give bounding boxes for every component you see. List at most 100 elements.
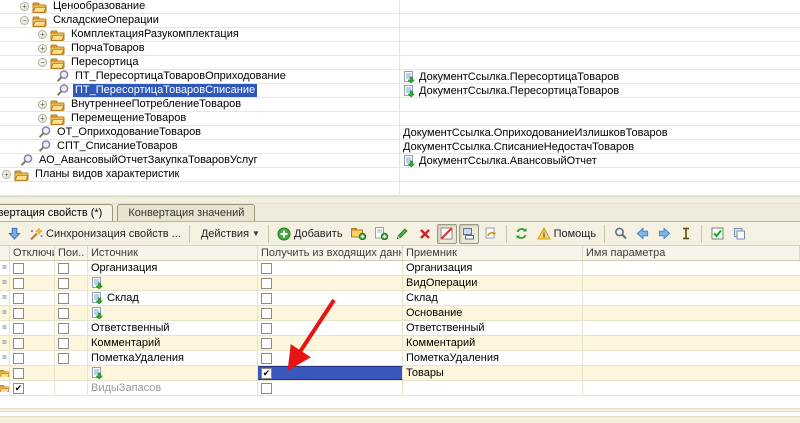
tree-row[interactable]: ПТ_ПересортицаТоваровОприходованиеДокуме… xyxy=(0,70,800,84)
search-checkbox[interactable] xyxy=(58,308,69,319)
disable-cell[interactable] xyxy=(10,351,55,365)
grid-row[interactable]: =Основание xyxy=(0,306,800,321)
search-checkbox[interactable] xyxy=(58,278,69,289)
arrow-right-button[interactable] xyxy=(654,224,674,244)
tree-row-main[interactable]: АО_АвансовыйОтчетЗакупкаТоваровУслуг xyxy=(0,154,400,167)
grid-row[interactable]: =ОтветственныйОтветственный xyxy=(0,321,800,336)
copy-button[interactable] xyxy=(729,224,749,244)
get-from-incoming-checkbox[interactable]: ✔ xyxy=(261,368,272,379)
disable-cell[interactable] xyxy=(10,276,55,290)
get-from-incoming-checkbox[interactable] xyxy=(261,263,272,274)
disable-cell[interactable] xyxy=(10,306,55,320)
tree-row-main[interactable]: ПТ_ПересортицаТоваровОприходование xyxy=(0,70,400,83)
disable-checkbox[interactable] xyxy=(13,278,24,289)
tree-row[interactable]: −Пересортица xyxy=(0,56,800,70)
get-from-incoming-cell[interactable] xyxy=(258,351,403,365)
row-selector-cell[interactable]: = xyxy=(0,351,10,365)
disable-cell[interactable] xyxy=(10,291,55,305)
param-name-cell[interactable] xyxy=(583,291,800,305)
param-name-cell[interactable] xyxy=(583,276,800,290)
search-cell[interactable] xyxy=(55,291,88,305)
source-cell[interactable] xyxy=(88,366,258,380)
delete-x-button[interactable] xyxy=(415,224,435,244)
tree-row-main[interactable]: +КомплектацияРазукомплектация xyxy=(0,28,400,41)
tree-row-ref[interactable]: ДокументСсылка.ОприходованиеИзлишковТова… xyxy=(400,126,800,139)
tree-row-main[interactable]: +ПорчаТоваров xyxy=(0,42,400,55)
get-from-incoming-checkbox[interactable] xyxy=(261,323,272,334)
panel-splitter[interactable] xyxy=(0,196,800,204)
edit-pencil-button[interactable] xyxy=(393,224,413,244)
collapse-minus-icon[interactable]: − xyxy=(38,58,47,67)
expand-plus-icon[interactable]: + xyxy=(2,170,11,179)
disable-checkbox[interactable] xyxy=(13,293,24,304)
search-cell[interactable] xyxy=(55,366,88,380)
grid-row[interactable]: ✔Товары xyxy=(0,366,800,381)
disable-cell[interactable] xyxy=(10,366,55,380)
tree-row-main[interactable]: +Ценообразование xyxy=(0,0,400,13)
source-cell[interactable] xyxy=(88,276,258,290)
group-windows-button[interactable] xyxy=(459,224,479,244)
grid-row[interactable]: ✔ВидыЗапасов xyxy=(0,381,800,396)
get-from-incoming-cell[interactable] xyxy=(258,321,403,335)
search-cell[interactable] xyxy=(55,381,88,395)
add-circle-button[interactable]: Добавить xyxy=(274,224,346,244)
receiver-cell[interactable]: Комментарий xyxy=(403,336,583,350)
tree-row-ref[interactable]: ДокументСсылка.АвансовыйОтчет xyxy=(400,154,800,167)
grid-row[interactable]: =КомментарийКомментарий xyxy=(0,336,800,351)
arrow-down-button[interactable] xyxy=(4,224,24,244)
disable-checkbox[interactable] xyxy=(13,368,24,379)
add-document-button[interactable] xyxy=(371,224,391,244)
get-from-incoming-cell[interactable] xyxy=(258,336,403,350)
search-checkbox[interactable] xyxy=(58,323,69,334)
receiver-cell[interactable]: ВидОперации xyxy=(403,276,583,290)
row-selector-cell[interactable]: = xyxy=(0,321,10,335)
disable-checkbox[interactable] xyxy=(13,323,24,334)
param-name-cell[interactable] xyxy=(583,351,800,365)
search-checkbox[interactable] xyxy=(58,353,69,364)
search-cell[interactable] xyxy=(55,321,88,335)
help-button[interactable]: iПомощь xyxy=(534,224,600,244)
disable-checkbox[interactable] xyxy=(13,308,24,319)
get-from-incoming-cell[interactable] xyxy=(258,261,403,275)
param-name-cell[interactable] xyxy=(583,306,800,320)
magic-wand-button[interactable]: Синхронизация свойств ... xyxy=(26,224,184,244)
param-name-cell[interactable] xyxy=(583,321,800,335)
tree-row-main[interactable]: +ПеремещениеТоваров xyxy=(0,112,400,125)
grid-row[interactable]: =ОрганизацияОрганизация xyxy=(0,261,800,276)
grid-row[interactable]: =ПометкаУдаленияПометкаУдаления xyxy=(0,351,800,366)
receiver-cell[interactable] xyxy=(403,381,583,395)
tree-row[interactable]: +Планы видов характеристик xyxy=(0,168,800,182)
get-from-incoming-checkbox[interactable] xyxy=(261,278,272,289)
expand-plus-icon[interactable]: + xyxy=(38,44,47,53)
tree-row-main[interactable]: +ВнутреннееПотреблениеТоваров xyxy=(0,98,400,111)
tree-row[interactable]: +ПеремещениеТоваров xyxy=(0,112,800,126)
source-cell[interactable] xyxy=(88,306,258,320)
get-from-incoming-checkbox[interactable] xyxy=(261,338,272,349)
search-cell[interactable] xyxy=(55,351,88,365)
disable-cell-button[interactable] xyxy=(437,224,457,244)
tree-row-ref[interactable]: ДокументСсылка.СписаниеНедостачТоваров xyxy=(400,140,800,153)
param-name-cell[interactable] xyxy=(583,366,800,380)
row-selector-cell[interactable]: = xyxy=(0,276,10,290)
receiver-cell[interactable]: ПометкаУдаления xyxy=(403,351,583,365)
disable-cell[interactable] xyxy=(10,336,55,350)
tree-row-main[interactable]: +Планы видов характеристик xyxy=(0,168,400,181)
search-checkbox[interactable] xyxy=(58,338,69,349)
get-from-incoming-cell[interactable] xyxy=(258,291,403,305)
receiver-cell[interactable]: Организация xyxy=(403,261,583,275)
add-folder-button[interactable] xyxy=(348,224,369,244)
tab-value-conversion[interactable]: Конвертация значений xyxy=(117,204,255,221)
search-cell[interactable] xyxy=(55,261,88,275)
source-cell[interactable]: Ответственный xyxy=(88,321,258,335)
get-from-incoming-checkbox[interactable] xyxy=(261,293,272,304)
tree-row-main[interactable]: СПТ_СписаниеТоваров xyxy=(0,140,400,153)
row-selector-cell[interactable]: = xyxy=(0,336,10,350)
tree-row[interactable]: ПТ_ПересортицаТоваровСписаниеДокументСсы… xyxy=(0,84,800,98)
tree-row-main[interactable]: ПТ_ПересортицаТоваровСписание xyxy=(0,84,400,97)
undo-page-button[interactable] xyxy=(481,224,501,244)
tree-row[interactable]: АО_АвансовыйОтчетЗакупкаТоваровУслугДоку… xyxy=(0,154,800,168)
disable-checkbox[interactable] xyxy=(13,263,24,274)
param-name-cell[interactable] xyxy=(583,381,800,395)
disable-checkbox[interactable] xyxy=(13,353,24,364)
get-from-incoming-checkbox[interactable] xyxy=(261,383,272,394)
